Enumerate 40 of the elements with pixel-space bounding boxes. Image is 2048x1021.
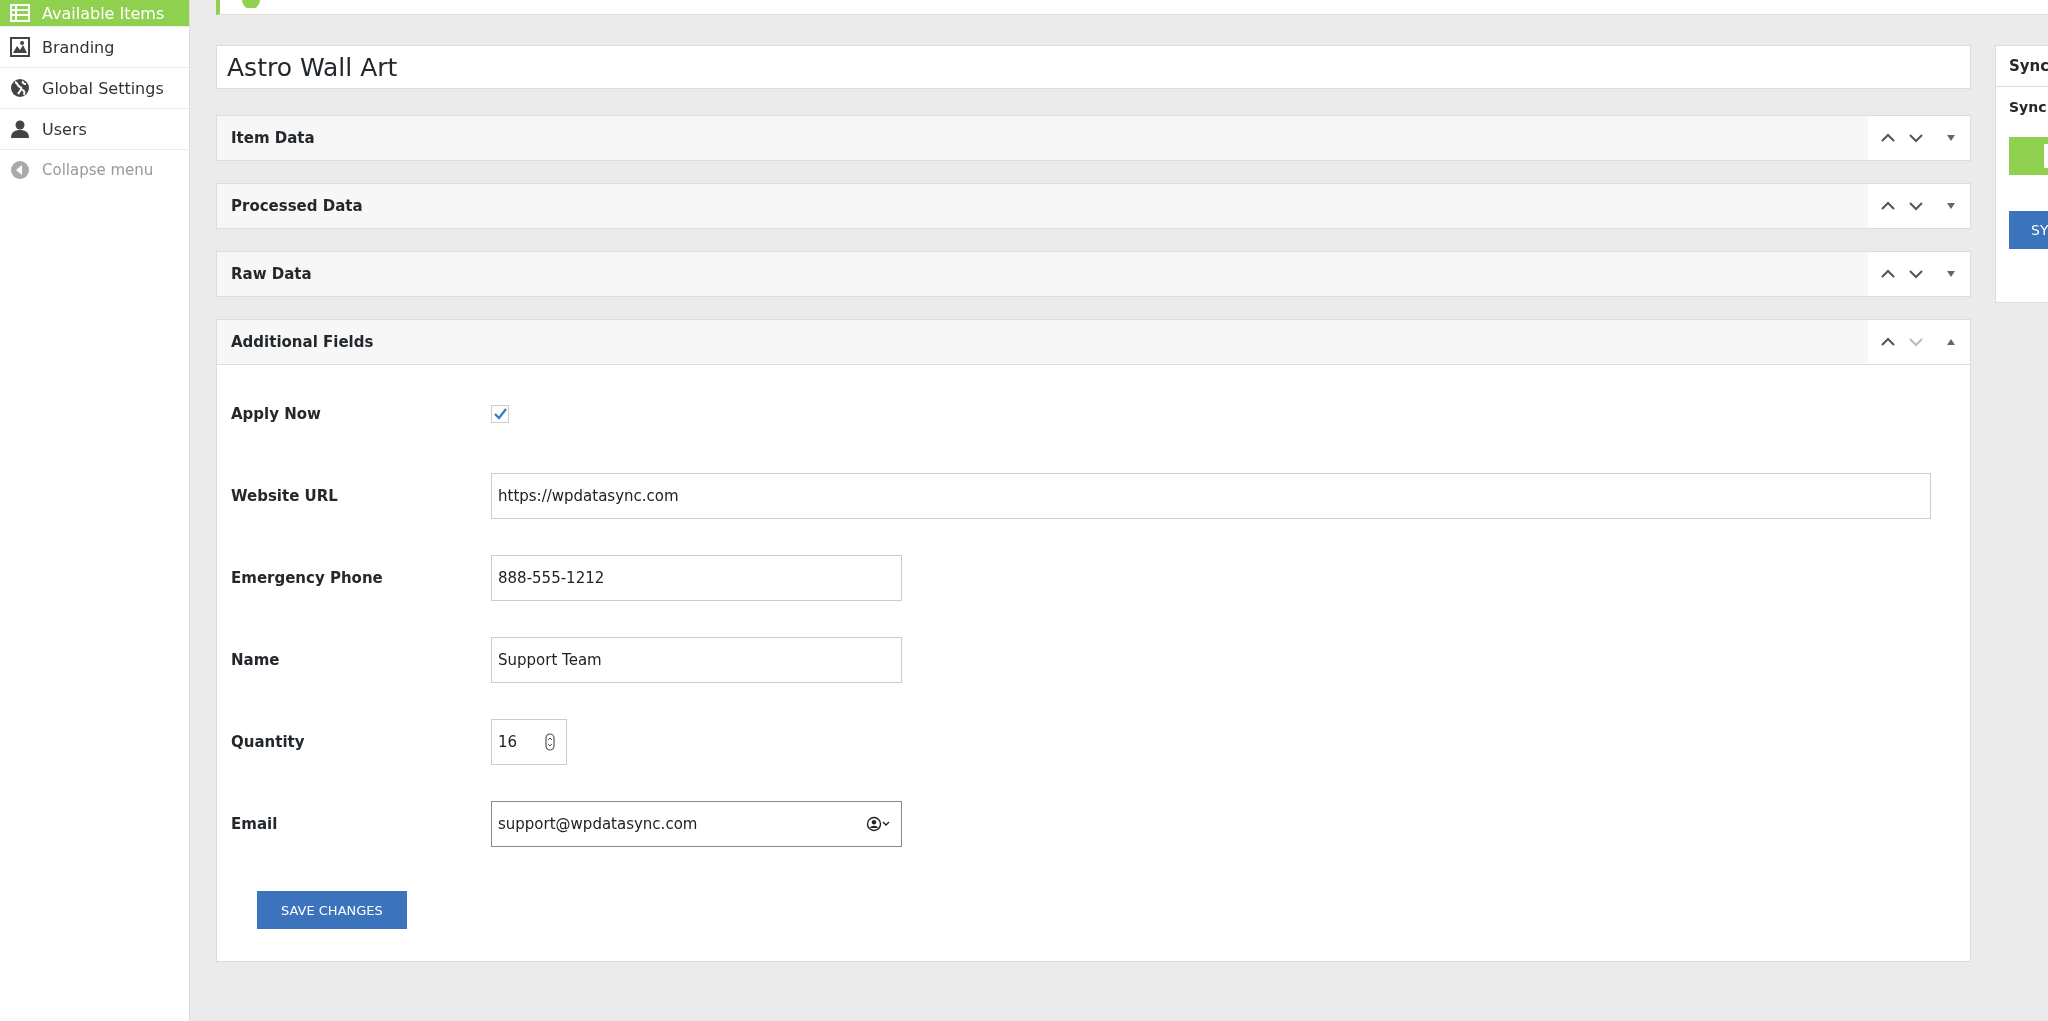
field-label: Emergency Phone <box>231 568 384 587</box>
field-label: Email <box>231 814 279 833</box>
triangle-down-icon <box>1946 201 1956 211</box>
triangle-down-icon <box>1946 133 1956 143</box>
chevron-down-icon <box>1908 199 1924 213</box>
image-icon <box>10 37 30 57</box>
globe-icon <box>10 78 30 98</box>
checkbox[interactable] <box>491 405 509 423</box>
input-field[interactable]: 888-555-1212 <box>491 555 902 601</box>
panel-title: Processed Data <box>230 197 363 215</box>
spinner-icon <box>545 733 555 751</box>
chevron-down-icon <box>1908 131 1924 145</box>
sync-text: Sync <box>2009 99 2047 115</box>
triangle-down-icon <box>1946 269 1956 279</box>
autofill-contact-icon <box>866 816 890 832</box>
input-field[interactable]: https://wpdatasync.com <box>491 473 1931 519</box>
sidebar-item[interactable]: Global Settings <box>0 68 189 109</box>
field-label: Name <box>231 650 281 669</box>
field-label: Website URL <box>231 486 339 505</box>
input-field[interactable]: support@wpdatasync.com <box>491 801 902 847</box>
list-icon <box>10 3 30 23</box>
input-field[interactable]: Support Team <box>491 637 902 683</box>
chevron-down-icon <box>1908 335 1924 349</box>
panel-title: Additional Fields <box>230 333 374 351</box>
number-field[interactable]: 16 <box>491 719 567 765</box>
panel-title: Raw Data <box>230 265 312 283</box>
user-icon <box>10 119 30 139</box>
sync-button[interactable]: SY <box>2009 211 2048 249</box>
triangle-up-icon <box>1946 337 1956 347</box>
panel-title: Item Data <box>230 129 315 147</box>
title-field[interactable]: Astro Wall Art <box>216 45 1971 89</box>
field-label: Quantity <box>231 732 306 751</box>
field-label: Apply Now <box>231 404 322 423</box>
save-button[interactable]: SAVE CHANGES <box>257 891 407 929</box>
collapse-icon <box>10 160 30 180</box>
sidebar-item[interactable]: Users <box>0 109 189 150</box>
panel-title: Sync <box>1996 46 2048 87</box>
sidebar-item[interactable]: Branding <box>0 27 189 68</box>
chevron-down-icon <box>1908 267 1924 281</box>
checkmark-icon <box>493 408 507 420</box>
